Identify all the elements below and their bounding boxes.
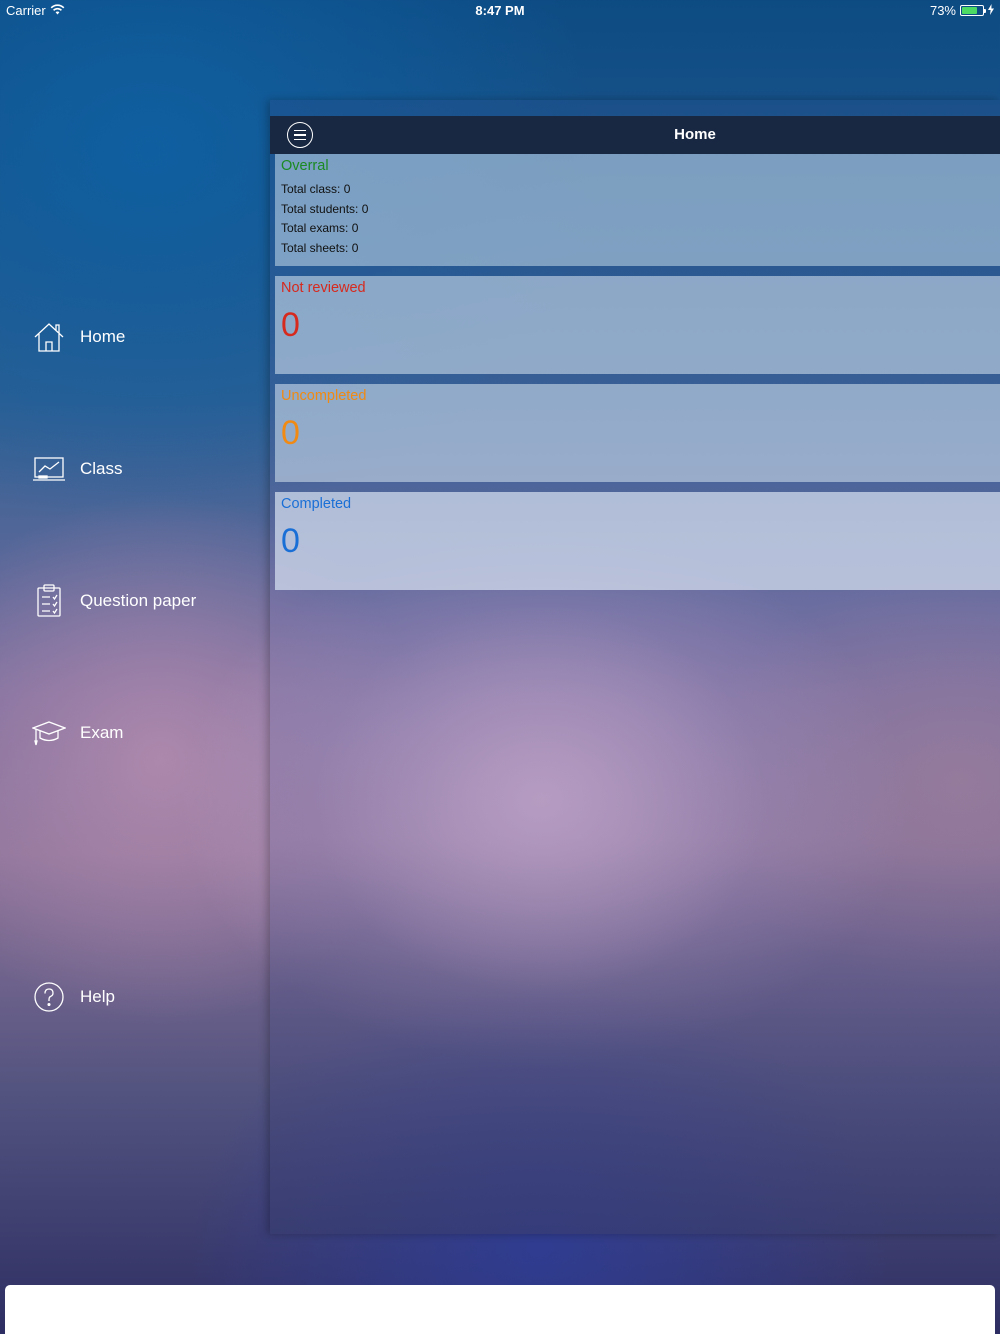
help-icon [32, 980, 66, 1014]
clipboard-icon [32, 584, 66, 618]
uncompleted-title: Uncompleted [281, 388, 367, 404]
stat-label: Total exams: [281, 221, 349, 235]
uncompleted-card[interactable]: Uncompleted 0 [275, 384, 1000, 482]
stat-value: 0 [343, 182, 351, 196]
home-panel: Home Overral Total class: 0 Total studen… [270, 100, 1000, 1234]
not-reviewed-count: 0 [281, 306, 300, 344]
navigation-bar: Home [270, 116, 1000, 154]
total-students-stat: Total students: 0 [281, 202, 368, 216]
total-class-stat: Total class: 0 [281, 182, 350, 196]
page-title: Home [674, 126, 716, 143]
sidebar-menu: Home Class Question paper Exam Help [0, 0, 270, 1334]
sidebar-item-exam[interactable]: Exam [32, 713, 123, 753]
battery-fill [962, 7, 977, 14]
stat-value: 0 [351, 221, 359, 235]
sidebar-item-help[interactable]: Help [32, 977, 115, 1017]
completed-title: Completed [281, 496, 352, 512]
stat-label: Total students: [281, 202, 359, 216]
total-sheets-stat: Total sheets: 0 [281, 241, 358, 255]
sidebar-item-label: Help [80, 987, 115, 1006]
battery-percent: 73% [929, 3, 956, 18]
sidebar-item-label: Exam [80, 723, 124, 742]
chart-board-icon [32, 452, 66, 486]
stat-label: Total class: [281, 182, 341, 196]
sidebar-item-question-paper[interactable]: Question paper [32, 581, 196, 621]
battery-indicator: 73% [930, 3, 994, 18]
graduation-cap-icon [32, 716, 66, 750]
bottom-banner [5, 1285, 995, 1334]
sidebar-item-class[interactable]: Class [32, 449, 123, 489]
total-exams-stat: Total exams: 0 [281, 221, 358, 235]
not-reviewed-card[interactable]: Not reviewed 0 [275, 276, 1000, 374]
uncompleted-count: 0 [281, 414, 300, 452]
overall-card: Overral Total class: 0 Total students: 0… [275, 154, 1000, 266]
not-reviewed-title: Not reviewed [281, 280, 366, 296]
overall-title: Overral [281, 158, 329, 174]
completed-card[interactable]: Completed 0 [275, 492, 1000, 590]
stat-value: 0 [361, 202, 369, 216]
sidebar-item-label: Home [80, 327, 126, 346]
sidebar-item-label: Class [80, 459, 123, 478]
home-icon [32, 320, 66, 354]
completed-count: 0 [281, 522, 300, 560]
sidebar-item-home[interactable]: Home [32, 317, 125, 357]
stat-value: 0 [351, 241, 359, 255]
battery-icon [960, 5, 986, 16]
stat-label: Total sheets: [281, 241, 349, 255]
charging-bolt-icon [988, 3, 994, 18]
sidebar-item-label: Question paper [80, 591, 197, 610]
